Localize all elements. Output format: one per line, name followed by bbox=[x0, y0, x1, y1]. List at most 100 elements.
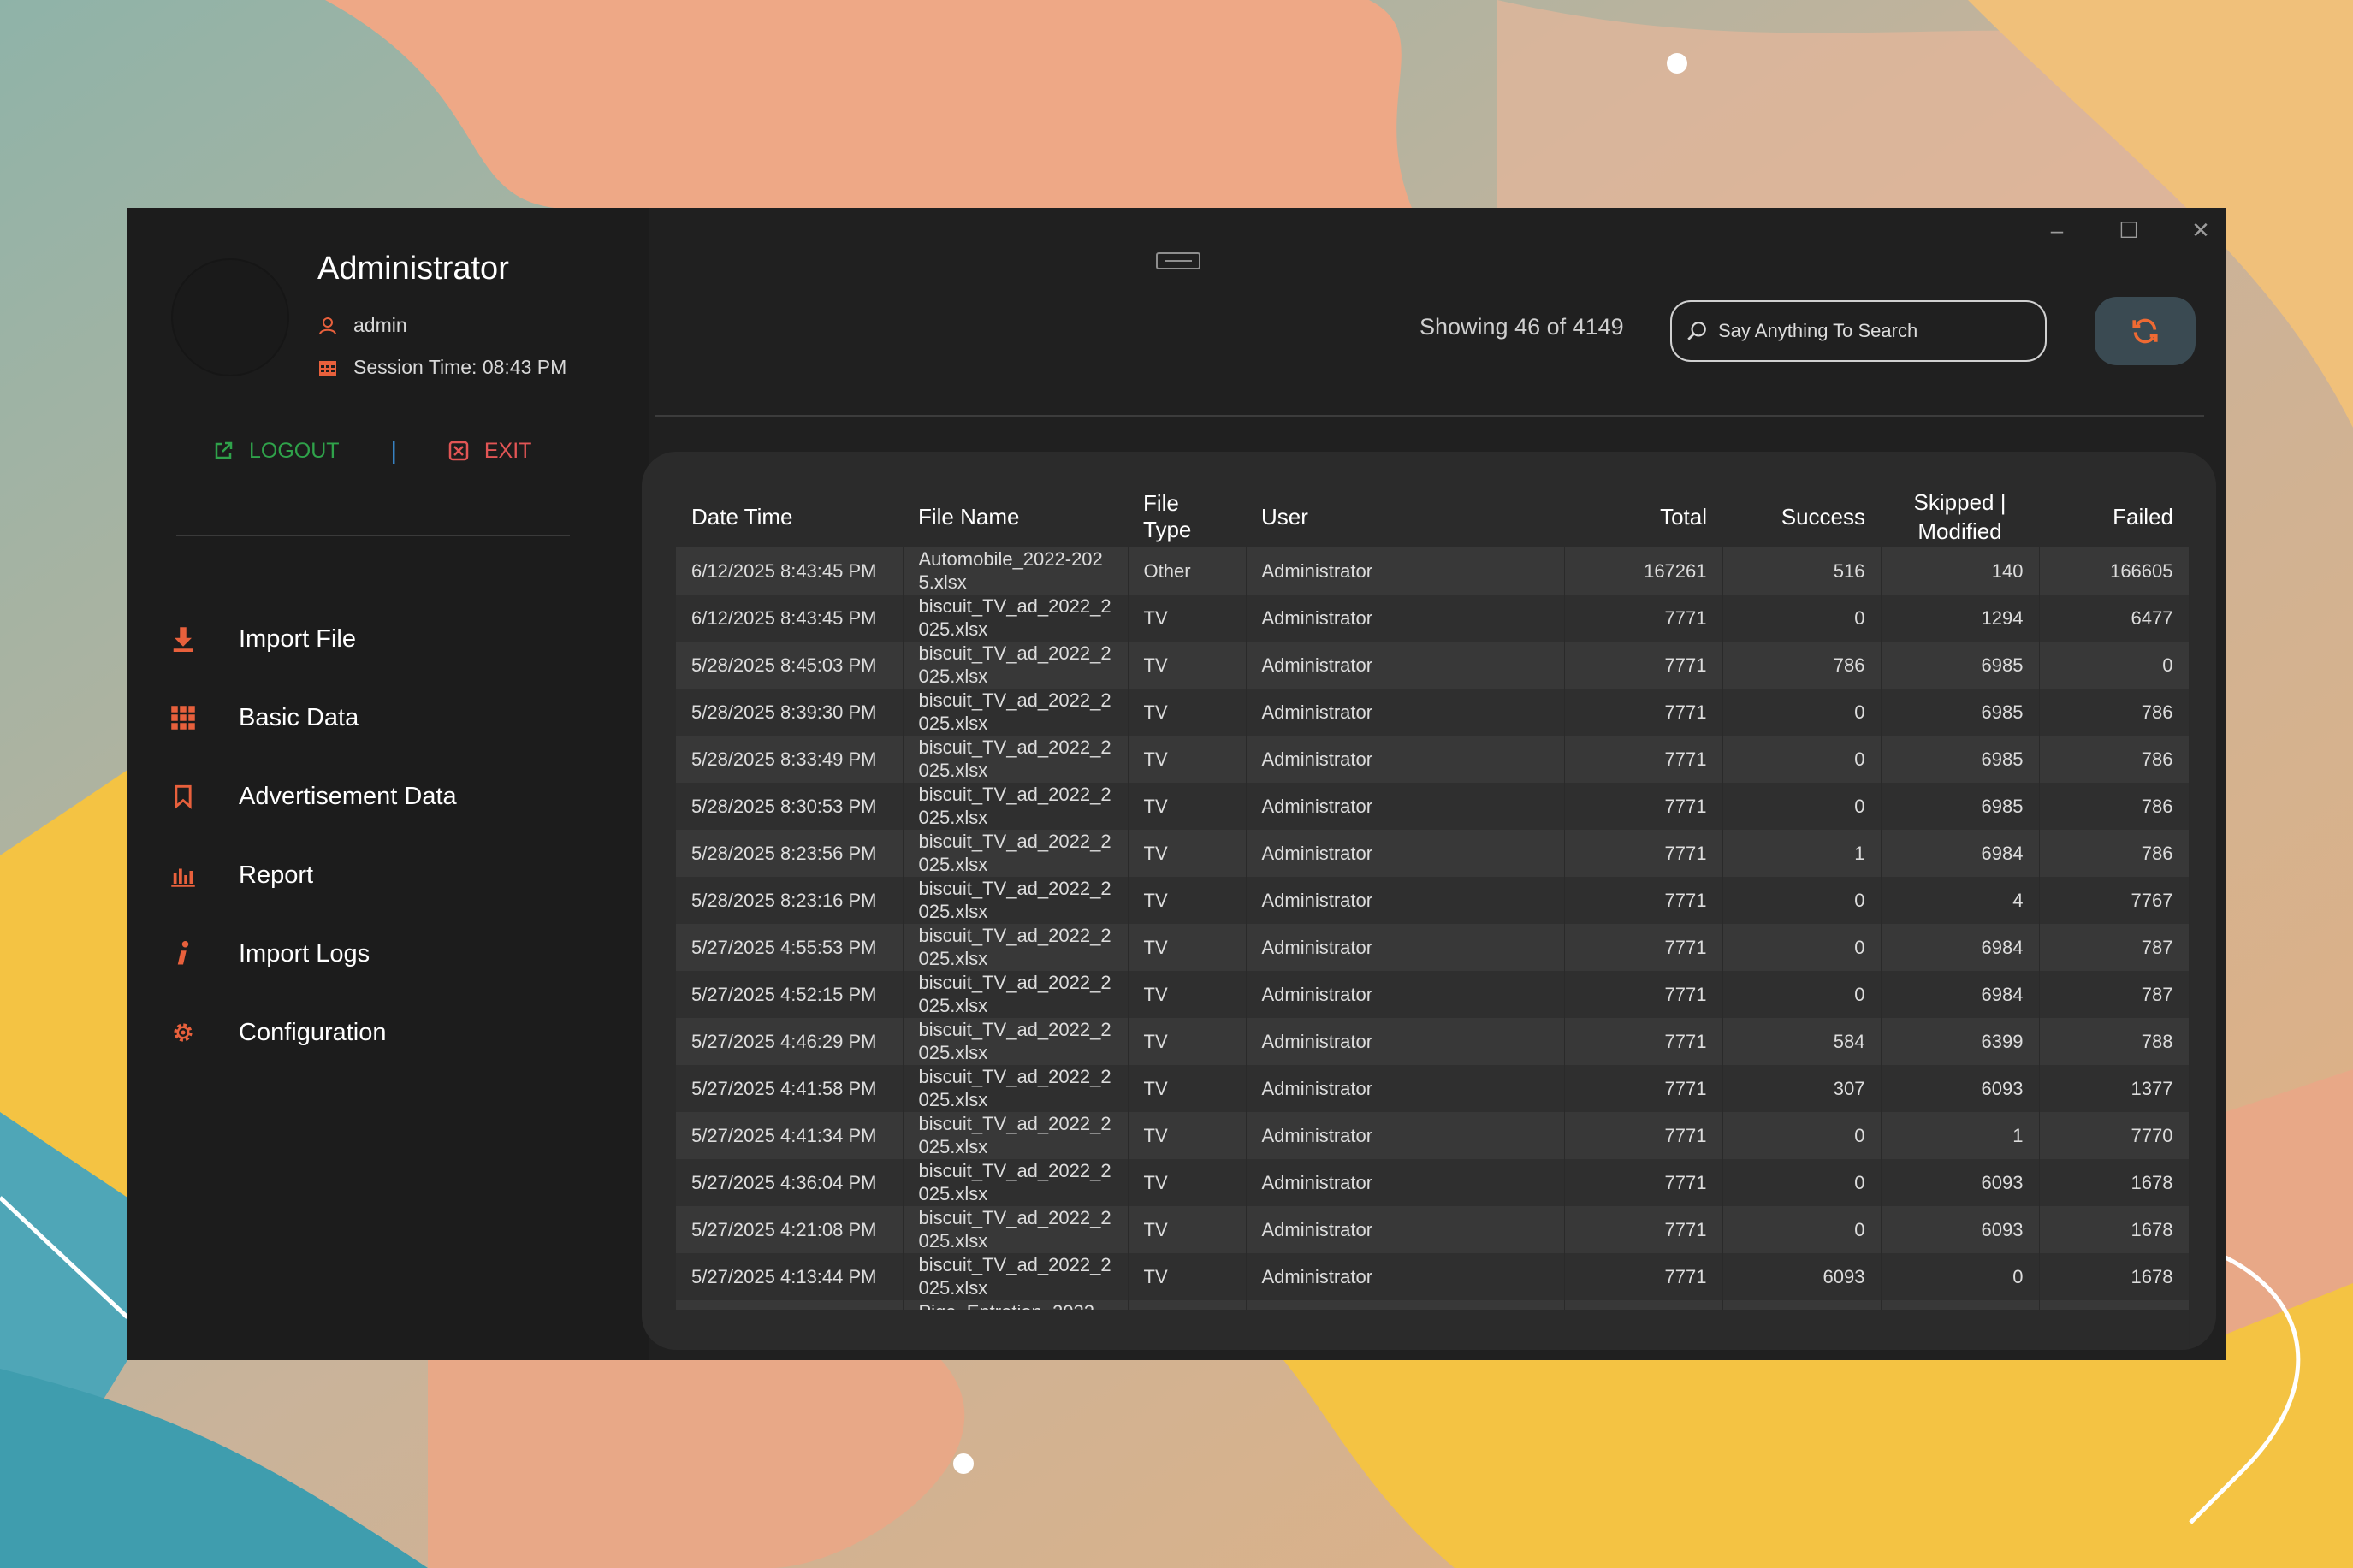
sidebar-item-basic-data[interactable]: Basic Data bbox=[162, 678, 624, 757]
table-cell: 7771 bbox=[1564, 642, 1723, 689]
table-cell: biscuit_TV_ad_2022_2025.xlsx bbox=[903, 1065, 1129, 1112]
column-header[interactable]: Total bbox=[1564, 486, 1722, 547]
sidebar-item-import-logs[interactable]: Import Logs bbox=[162, 914, 624, 993]
minimize-button[interactable]: – bbox=[2036, 213, 2078, 247]
column-header[interactable]: Success bbox=[1722, 486, 1881, 547]
record-count: Showing 46 of 4149 bbox=[1420, 314, 1624, 340]
table-cell: biscuit_TV_ad_2022_2025.xlsx bbox=[903, 783, 1129, 830]
table-row[interactable]: 5/27/2025 4:13:44 PM biscuit_TV_ad_2022_2… bbox=[676, 1253, 2190, 1300]
import-logs-table: Date Time File Name File Type User Total… bbox=[676, 486, 2190, 1347]
sidebar-item-configuration[interactable]: Configuration bbox=[162, 993, 624, 1072]
table-cell: 0 bbox=[2039, 642, 2190, 689]
table-cell: 0 bbox=[1722, 877, 1882, 924]
column-header[interactable]: Failed bbox=[2039, 486, 2189, 547]
logout-button[interactable]: LOGOUT bbox=[213, 439, 340, 464]
table-cell: Automobile_2022-2025.xlsx bbox=[903, 547, 1129, 595]
sidebar-item-report[interactable]: Report bbox=[162, 836, 624, 914]
table-cell: Administrator bbox=[1246, 736, 1565, 783]
table-cell: biscuit_TV_ad_2022_2025.xlsx bbox=[903, 736, 1129, 783]
table-row[interactable]: 5/27/2025 4:36:04 PM biscuit_TV_ad_2022_2… bbox=[676, 1159, 2190, 1206]
column-header[interactable]: User bbox=[1246, 486, 1564, 547]
table-cell: Administrator bbox=[1246, 595, 1565, 642]
sidebar-item-label: Advertisement Data bbox=[239, 782, 457, 810]
search-input[interactable] bbox=[1716, 319, 2045, 343]
table-cell: biscuit_TV_ad_2022_2025.xlsx bbox=[903, 642, 1129, 689]
table-row[interactable]: 5/27/2025 4:41:34 PM biscuit_TV_ad_2022_2… bbox=[676, 1112, 2190, 1159]
refresh-icon bbox=[2132, 318, 2158, 344]
maximize-button[interactable]: ☐ bbox=[2107, 213, 2150, 247]
table-row[interactable]: 5/28/2025 8:39:30 PM biscuit_TV_ad_2022_2… bbox=[676, 689, 2190, 736]
column-header[interactable]: File Name bbox=[903, 486, 1128, 547]
table-cell: 6985 bbox=[1881, 783, 2040, 830]
table-cell: Administrator bbox=[1246, 877, 1565, 924]
table-cell: 5/27/2025 4:21:08 PM bbox=[676, 1206, 904, 1253]
table-row[interactable]: 5/28/2025 8:33:49 PM biscuit_TV_ad_2022_2… bbox=[676, 736, 2190, 783]
sidebar-item-label: Report bbox=[239, 861, 314, 889]
table-cell: 5/27/2025 4:13:44 PM bbox=[676, 1253, 904, 1300]
table-row[interactable]: 5/27/2025 4:41:58 PM biscuit_TV_ad_2022_2… bbox=[676, 1065, 2190, 1112]
exit-label: EXIT bbox=[483, 438, 532, 463]
table-cell: Administrator bbox=[1246, 547, 1565, 595]
table-cell: 307 bbox=[1722, 1065, 1882, 1112]
table-cell: 0 bbox=[1722, 1112, 1882, 1159]
table-cell: 6477 bbox=[2039, 595, 2190, 642]
table-cell: TV bbox=[1128, 877, 1247, 924]
table-cell: 5/28/2025 8:33:49 PM bbox=[676, 736, 904, 783]
table-cell: biscuit_TV_ad_2022_2025.xlsx bbox=[903, 1159, 1129, 1206]
table-cell: 6985 bbox=[1881, 736, 2040, 783]
table-row[interactable]: 5/27/2025 4:52:15 PM biscuit_TV_ad_2022_2… bbox=[676, 971, 2190, 1018]
table-row[interactable]: 5/28/2025 8:23:56 PM biscuit_TV_ad_2022_2… bbox=[676, 830, 2190, 877]
table-cell: 1 bbox=[1722, 830, 1882, 877]
table-cell: TV bbox=[1128, 1253, 1247, 1300]
table-cell: 5/28/2025 8:45:03 PM bbox=[676, 642, 904, 689]
close-button[interactable]: ✕ bbox=[2179, 213, 2222, 247]
column-header[interactable]: Skipped | Modified bbox=[1881, 486, 2039, 547]
table-row[interactable]: 5/27/2025 4:46:29 PM biscuit_TV_ad_2022_2… bbox=[676, 1018, 2190, 1065]
table-row[interactable]: 5/28/2025 8:45:03 PM biscuit_TV_ad_2022_2… bbox=[676, 642, 2190, 689]
table-cell: TV bbox=[1128, 783, 1247, 830]
table-cell: 6/12/2025 8:43:45 PM bbox=[676, 595, 904, 642]
refresh-button[interactable] bbox=[2095, 297, 2196, 365]
app-window: Administrator admin Session Time: 08:43 … bbox=[127, 208, 2226, 1360]
table-row[interactable]: 6/12/2025 8:43:45 PM biscuit_TV_ad_2022_2… bbox=[676, 595, 2190, 642]
table-cell: 1678 bbox=[2039, 1159, 2190, 1206]
table-cell: 7770 bbox=[2039, 1112, 2190, 1159]
table-cell: 7771 bbox=[1564, 1018, 1723, 1065]
table-cell: biscuit_TV_ad_2022_2025.xlsx bbox=[903, 1253, 1129, 1300]
column-header[interactable]: Date Time bbox=[676, 486, 903, 547]
sidebar-item-label: Configuration bbox=[239, 1018, 387, 1046]
table-cell: 7771 bbox=[1564, 595, 1723, 642]
sidebar-item-advertisement-data[interactable]: Advertisement Data bbox=[162, 757, 624, 836]
table-row[interactable]: 6/12/2025 8:43:45 PM Automobile_2022-2025… bbox=[676, 547, 2190, 595]
table-cell: 787 bbox=[2039, 971, 2190, 1018]
table-cell: 7771 bbox=[1564, 1065, 1723, 1112]
table-cell: 6093 bbox=[1722, 1253, 1882, 1300]
table-cell: 0 bbox=[1722, 971, 1882, 1018]
table-cell: 0 bbox=[1722, 736, 1882, 783]
table-cell: TV bbox=[1128, 924, 1247, 971]
search-box[interactable] bbox=[1670, 300, 2047, 362]
table-cell: 1678 bbox=[2039, 1253, 2190, 1300]
drag-handle[interactable] bbox=[1156, 252, 1200, 269]
table-cell: Administrator bbox=[1246, 783, 1565, 830]
table-row[interactable]: 5/28/2025 8:30:53 PM biscuit_TV_ad_2022_2… bbox=[676, 783, 2190, 830]
table-cell: 5/27/2025 4:36:04 PM bbox=[676, 1159, 904, 1206]
table-cell: TV bbox=[1128, 1112, 1247, 1159]
table-cell: 7771 bbox=[1564, 877, 1723, 924]
table-cell: 788 bbox=[2039, 1018, 2190, 1065]
sidebar-item-label: Basic Data bbox=[239, 703, 359, 731]
table-row[interactable]: 5/27/2025 4:21:08 PM biscuit_TV_ad_2022_2… bbox=[676, 1206, 2190, 1253]
column-header[interactable]: File Type bbox=[1128, 486, 1246, 547]
header-divider bbox=[655, 415, 2204, 417]
table-cell: biscuit_TV_ad_2022_2025.xlsx bbox=[903, 1112, 1129, 1159]
exit-button[interactable]: EXIT bbox=[448, 438, 532, 464]
table-row[interactable]: 5/28/2025 8:23:16 PM biscuit_TV_ad_2022_2… bbox=[676, 877, 2190, 924]
table-cell: 6984 bbox=[1881, 971, 2040, 1018]
table-cell: Administrator bbox=[1246, 642, 1565, 689]
gear-icon bbox=[162, 1020, 204, 1045]
sidebar-item-import-file[interactable]: Import File bbox=[162, 600, 624, 678]
table-cell: 1 bbox=[1881, 1112, 2040, 1159]
session-time: Session Time: 08:43 PM bbox=[353, 356, 567, 378]
table-row[interactable]: 5/27/2025 4:55:53 PM biscuit_TV_ad_2022_2… bbox=[676, 924, 2190, 971]
table-cell: biscuit_TV_ad_2022_2025.xlsx bbox=[903, 1018, 1129, 1065]
